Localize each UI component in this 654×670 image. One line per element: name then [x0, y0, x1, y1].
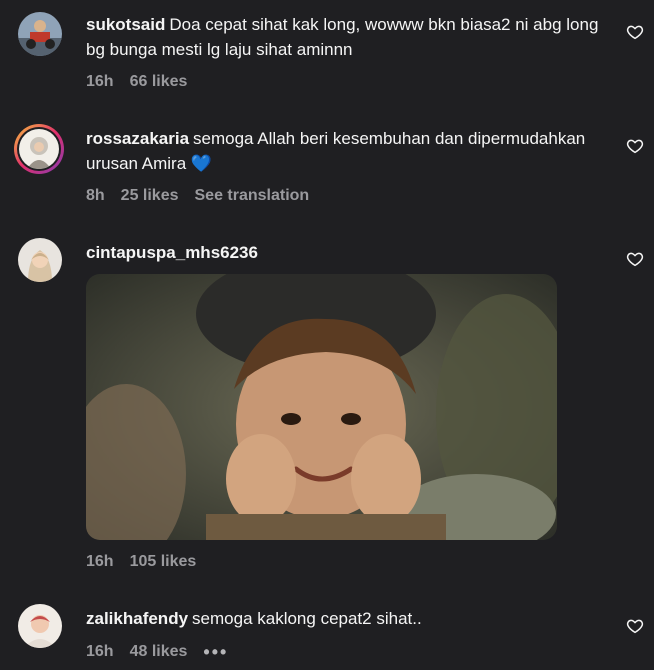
- comment-time[interactable]: 16h: [86, 553, 114, 571]
- more-options-icon[interactable]: •••: [203, 642, 228, 663]
- comment-likes[interactable]: 48 likes: [130, 643, 188, 661]
- comment-time[interactable]: 16h: [86, 73, 114, 91]
- comment-text: semoga kaklong cepat2 sihat..: [192, 609, 422, 628]
- heart-outline-icon[interactable]: [626, 23, 644, 41]
- comment-likes[interactable]: 105 likes: [130, 553, 197, 571]
- comment-username[interactable]: rossazakaria: [86, 129, 189, 148]
- avatar[interactable]: [14, 124, 64, 174]
- comment-username[interactable]: zalikhafendy: [86, 609, 188, 628]
- comment-time[interactable]: 16h: [86, 643, 114, 661]
- avatar[interactable]: [18, 604, 62, 648]
- heart-outline-icon[interactable]: [626, 137, 644, 155]
- avatar[interactable]: [18, 238, 62, 282]
- comment-time[interactable]: 8h: [86, 187, 105, 205]
- comment-likes[interactable]: 66 likes: [130, 73, 188, 91]
- heart-outline-icon[interactable]: [626, 250, 644, 268]
- see-translation-link[interactable]: See translation: [195, 187, 310, 205]
- comment-likes[interactable]: 25 likes: [121, 187, 179, 205]
- comment-username[interactable]: sukotsaid: [86, 15, 165, 34]
- avatar[interactable]: [18, 12, 62, 56]
- heart-outline-icon[interactable]: [626, 617, 644, 635]
- gif-image[interactable]: [86, 274, 557, 540]
- comment-username[interactable]: cintapuspa_mhs6236: [86, 243, 258, 262]
